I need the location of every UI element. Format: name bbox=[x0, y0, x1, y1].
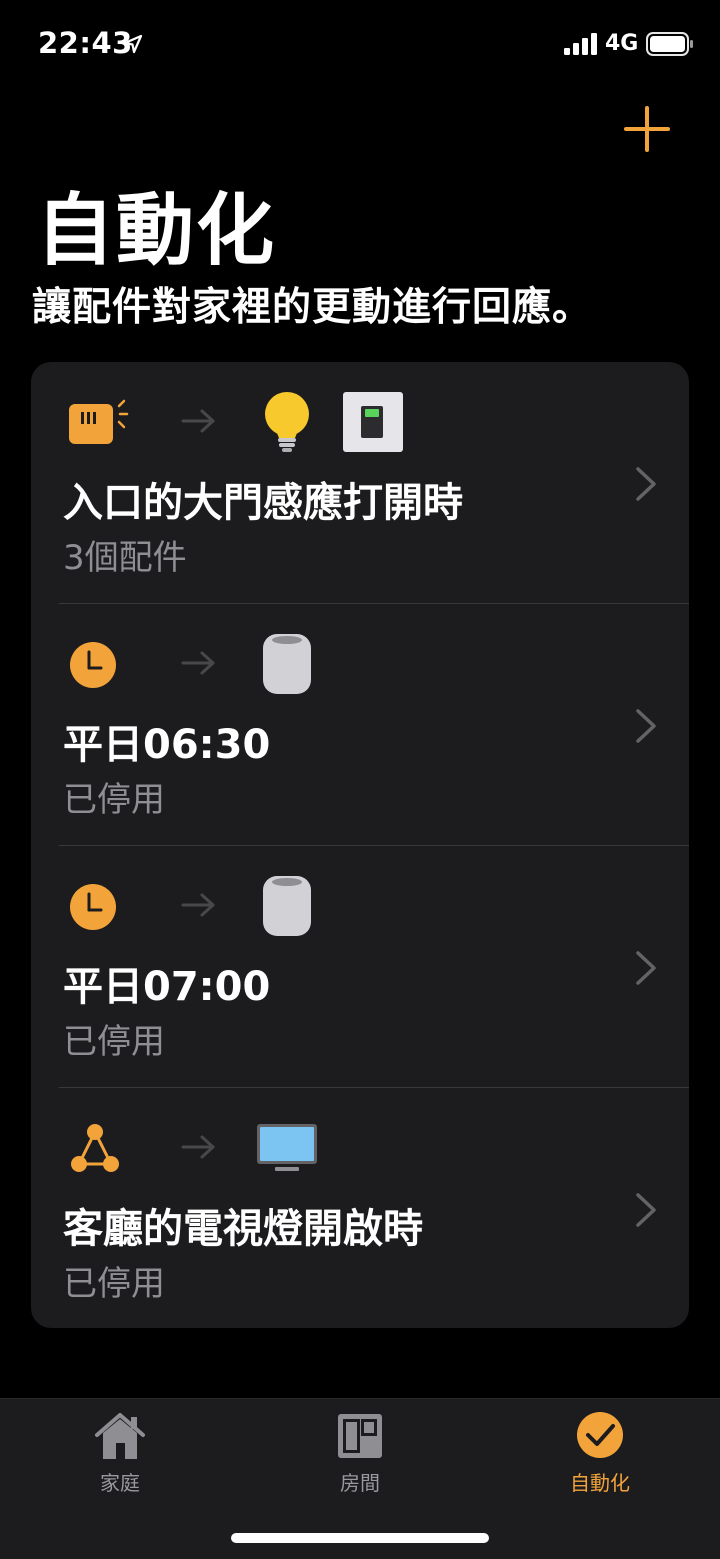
light-switch-icon bbox=[343, 392, 403, 452]
automation-row-weekday-0630[interactable]: 平日06:30 已停用 bbox=[31, 604, 689, 846]
homepod-icon bbox=[263, 634, 311, 694]
arrow-right-icon bbox=[181, 1135, 215, 1159]
automation-icons bbox=[69, 874, 469, 938]
automation-subtitle: 已停用 bbox=[63, 780, 165, 820]
accessory-trigger-icon bbox=[71, 1124, 119, 1172]
chevron-right-icon bbox=[636, 709, 656, 743]
cellular-signal-icon bbox=[564, 33, 597, 55]
clock-icon bbox=[70, 642, 116, 688]
status-time: 22:43 bbox=[38, 26, 133, 60]
automation-title: 入口的大門感應打開時 bbox=[63, 480, 463, 526]
arrow-right-icon bbox=[181, 893, 215, 917]
automation-list: 入口的大門感應打開時 3個配件 平日06:30 已停用 平日07:00 已停用 … bbox=[31, 362, 689, 1328]
tab-automation[interactable]: 自動化 bbox=[520, 1411, 680, 1501]
automation-subtitle: 已停用 bbox=[63, 1022, 165, 1062]
page-title: 自動化 bbox=[36, 186, 277, 276]
arrow-right-icon bbox=[181, 651, 215, 675]
automation-icons bbox=[69, 632, 469, 696]
add-automation-button[interactable] bbox=[620, 102, 674, 156]
automation-icon bbox=[577, 1412, 623, 1458]
house-icon bbox=[95, 1413, 145, 1459]
network-type: 4G bbox=[605, 31, 639, 56]
automation-title: 客廳的電視燈開啟時 bbox=[63, 1206, 423, 1252]
automation-row-door[interactable]: 入口的大門感應打開時 3個配件 bbox=[31, 362, 689, 604]
chevron-right-icon bbox=[636, 951, 656, 985]
tab-home[interactable]: 家庭 bbox=[40, 1411, 200, 1501]
tab-label: 自動化 bbox=[570, 1471, 630, 1495]
automation-title: 平日06:30 bbox=[63, 722, 271, 768]
rooms-icon bbox=[338, 1414, 382, 1458]
automation-icons bbox=[69, 390, 469, 454]
homepod-icon bbox=[263, 876, 311, 936]
status-bar: 22:43 4G bbox=[0, 0, 720, 90]
automation-row-tv-light[interactable]: 客廳的電視燈開啟時 已停用 bbox=[31, 1088, 689, 1328]
automation-title: 平日07:00 bbox=[63, 964, 271, 1010]
chevron-right-icon bbox=[636, 467, 656, 501]
lightbulb-icon bbox=[265, 392, 309, 452]
page-subtitle: 讓配件對家裡的更動進行回應。 bbox=[32, 285, 593, 330]
tv-icon bbox=[257, 1124, 317, 1171]
home-indicator[interactable] bbox=[231, 1533, 489, 1543]
chevron-right-icon bbox=[636, 1193, 656, 1227]
automation-subtitle: 3個配件 bbox=[63, 538, 187, 578]
arrow-right-icon bbox=[181, 409, 215, 433]
location-arrow-icon bbox=[123, 34, 143, 54]
tab-label: 家庭 bbox=[100, 1471, 140, 1495]
automation-icons bbox=[69, 1116, 469, 1180]
clock-icon bbox=[70, 884, 116, 930]
battery-icon bbox=[646, 32, 693, 56]
door-sensor-icon bbox=[69, 399, 129, 444]
tab-rooms[interactable]: 房間 bbox=[280, 1411, 440, 1501]
automation-subtitle: 已停用 bbox=[63, 1264, 165, 1304]
automation-row-weekday-0700[interactable]: 平日07:00 已停用 bbox=[31, 846, 689, 1088]
tab-label: 房間 bbox=[340, 1471, 380, 1495]
